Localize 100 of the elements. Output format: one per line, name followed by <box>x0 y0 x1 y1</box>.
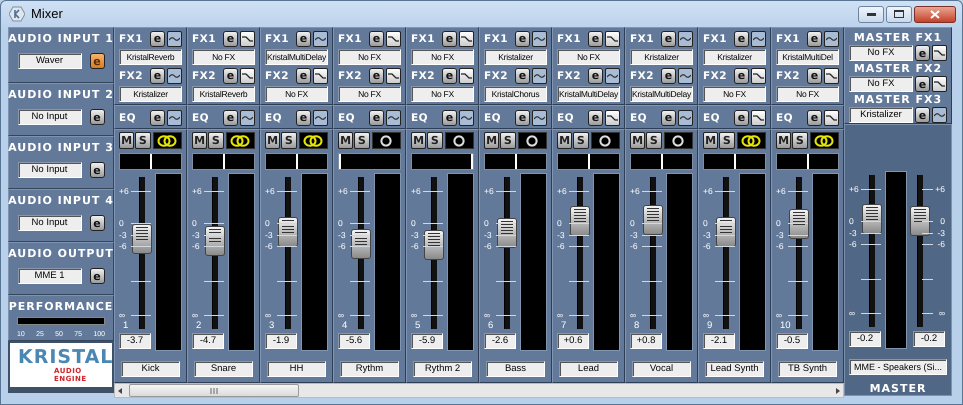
solo-button[interactable]: S <box>354 132 370 149</box>
mute-button[interactable]: M <box>557 132 572 149</box>
edit-button[interactable]: e <box>734 30 749 46</box>
fx-toggle-button[interactable] <box>313 68 328 84</box>
mute-button[interactable]: M <box>703 132 718 149</box>
fx-toggle-button[interactable] <box>167 68 182 84</box>
mute-button[interactable]: M <box>338 132 354 149</box>
fx-toggle-button[interactable] <box>605 110 620 126</box>
fader-knob[interactable] <box>205 226 225 256</box>
device-field[interactable]: No Input <box>18 109 82 125</box>
edit-button[interactable]: e <box>915 76 930 92</box>
solo-button[interactable]: S <box>427 132 443 149</box>
device-field[interactable]: No Input <box>18 215 82 231</box>
edit-button[interactable]: e <box>588 30 603 46</box>
stereo-link-button[interactable] <box>152 132 182 149</box>
stereo-link-button[interactable] <box>810 132 839 149</box>
solo-button[interactable]: S <box>135 132 151 149</box>
fx-toggle-button[interactable] <box>932 107 947 123</box>
stereo-link-button[interactable] <box>664 132 693 149</box>
edit-button[interactable]: e <box>515 110 530 126</box>
fader-knob[interactable] <box>643 204 663 235</box>
edit-button[interactable]: e <box>734 68 749 84</box>
stereo-link-button[interactable] <box>590 132 620 149</box>
effect-field[interactable]: Kristalizer <box>703 49 766 65</box>
edit-button[interactable]: e <box>150 110 165 126</box>
gain-value[interactable]: -2.1 <box>703 333 735 349</box>
edit-button[interactable]: e <box>90 268 104 284</box>
gain-value[interactable]: -0.2 <box>849 331 881 347</box>
fx-toggle-button[interactable] <box>532 30 547 46</box>
pan-indicator[interactable] <box>150 154 152 169</box>
effect-field[interactable]: KristalReverb <box>192 86 255 102</box>
edit-button[interactable]: e <box>223 68 238 84</box>
mute-button[interactable]: M <box>411 132 426 149</box>
gain-value[interactable]: -3.7 <box>119 333 151 349</box>
fx-toggle-button[interactable] <box>240 110 255 126</box>
device-field[interactable]: No Input <box>18 162 82 178</box>
device-field[interactable]: MME 1 <box>18 268 82 284</box>
fx-toggle-button[interactable] <box>240 30 255 46</box>
effect-field[interactable]: No FX <box>849 76 913 92</box>
mute-button[interactable]: M <box>265 132 280 149</box>
pan-indicator[interactable] <box>734 154 736 169</box>
edit-button[interactable]: e <box>915 45 930 61</box>
fx-toggle-button[interactable] <box>386 110 401 126</box>
edit-button[interactable]: e <box>90 109 104 125</box>
effect-field[interactable]: No FX <box>849 45 913 61</box>
effect-field[interactable]: No FX <box>776 86 839 102</box>
edit-button[interactable]: e <box>588 68 603 84</box>
gain-value[interactable]: -1.9 <box>265 333 297 349</box>
edit-button[interactable]: e <box>442 30 457 46</box>
fx-toggle-button[interactable] <box>824 30 839 46</box>
fx-toggle-button[interactable] <box>313 110 328 126</box>
edit-button[interactable]: e <box>588 110 603 126</box>
channel-name-field[interactable]: Rythm 2 <box>413 361 472 377</box>
effect-field[interactable]: Kristalizer <box>484 49 547 65</box>
edit-button[interactable]: e <box>296 68 311 84</box>
effect-field[interactable]: KristalMultiDelay <box>630 86 693 102</box>
channel-name-field[interactable]: Kick <box>121 361 180 377</box>
fx-toggle-button[interactable] <box>932 45 947 61</box>
channel-name-field[interactable]: HH <box>267 361 326 377</box>
edit-button[interactable]: e <box>90 53 104 69</box>
edit-button[interactable]: e <box>661 30 676 46</box>
pan-indicator[interactable] <box>296 154 298 169</box>
edit-button[interactable]: e <box>442 68 457 84</box>
solo-button[interactable]: S <box>792 132 808 149</box>
pan-indicator[interactable] <box>806 154 808 169</box>
fx-toggle-button[interactable] <box>386 30 401 46</box>
stereo-link-button[interactable] <box>298 132 328 149</box>
effect-field[interactable]: No FX <box>411 49 474 65</box>
solo-button[interactable]: S <box>573 132 589 149</box>
fader-knob[interactable] <box>570 206 590 236</box>
fader-knob[interactable] <box>789 209 809 240</box>
pan-indicator[interactable] <box>222 154 224 169</box>
edit-button[interactable]: e <box>515 68 530 84</box>
edit-button[interactable]: e <box>807 68 822 84</box>
channel-name-field[interactable]: Lead Synth <box>705 361 764 377</box>
effect-field[interactable]: No FX <box>411 86 474 102</box>
mute-button[interactable]: M <box>119 132 134 149</box>
fx-toggle-button[interactable] <box>313 30 328 46</box>
fader-knob[interactable] <box>424 230 444 260</box>
fx-toggle-button[interactable] <box>751 30 766 46</box>
channel-name-field[interactable]: Rythm <box>340 361 399 377</box>
fx-toggle-button[interactable] <box>751 68 766 84</box>
gain-value[interactable]: -0.2 <box>913 331 945 347</box>
mute-button[interactable]: M <box>776 132 792 149</box>
channel-name-field[interactable]: Snare <box>194 361 253 377</box>
maximize-button[interactable] <box>886 6 912 22</box>
mute-button[interactable]: M <box>484 132 500 149</box>
fx-toggle-button[interactable] <box>678 30 693 46</box>
fader-knob[interactable] <box>910 206 930 236</box>
edit-button[interactable]: e <box>90 215 104 231</box>
fx-toggle-button[interactable] <box>605 68 620 84</box>
edit-button[interactable]: e <box>369 30 384 46</box>
fader-knob[interactable] <box>351 228 371 259</box>
fader-knob[interactable] <box>497 218 517 248</box>
stereo-link-button[interactable] <box>372 132 401 149</box>
minimize-button[interactable] <box>858 6 884 22</box>
fx-toggle-button[interactable] <box>824 68 839 84</box>
fader-knob[interactable] <box>132 224 152 254</box>
edit-button[interactable]: e <box>150 68 165 84</box>
effect-field[interactable]: KristalReverb <box>119 49 182 65</box>
